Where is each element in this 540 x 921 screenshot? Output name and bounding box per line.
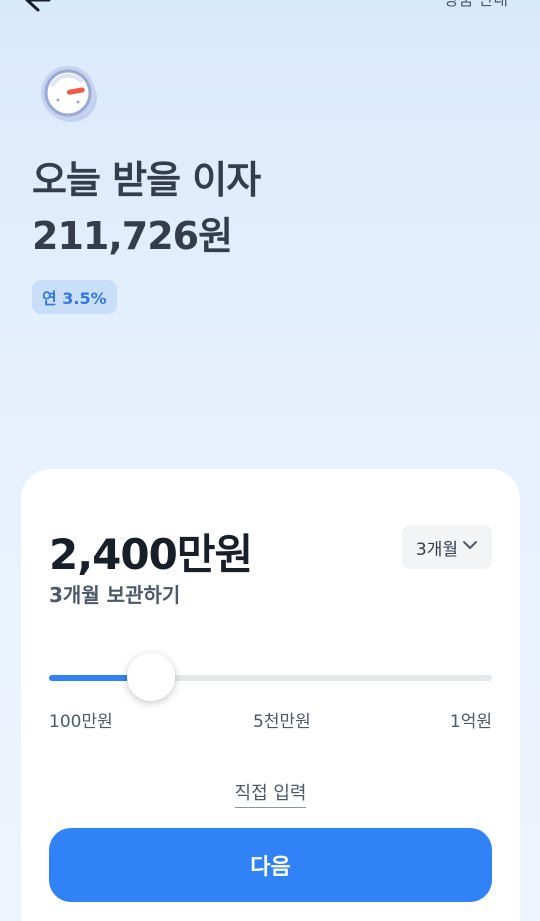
slider-mid-label: 5천만원	[253, 712, 311, 732]
slider-min-label: 100만원	[49, 712, 113, 732]
top-bar: 상품 안내	[0, 0, 540, 16]
interest-rate-badge: 연 3.5%	[32, 280, 117, 314]
deposit-card: 2,400만원 3개월 보관하기 3개월 100만원 5천만원 1억원 직접 입…	[21, 469, 520, 921]
deposit-amount: 2,400만원	[49, 530, 253, 579]
amount-slider-track[interactable]	[49, 675, 492, 681]
amount-slider-thumb[interactable]	[126, 653, 175, 701]
meter-gauge-icon	[38, 62, 100, 124]
product-guide-link[interactable]: 상품 안내	[444, 0, 508, 10]
next-button[interactable]: 다음	[49, 828, 492, 902]
direct-input-link[interactable]: 직접 입력	[234, 779, 307, 808]
period-selected-value: 3개월	[415, 539, 458, 560]
interest-amount: 211,726원	[32, 214, 233, 258]
back-arrow-icon[interactable]	[22, 0, 52, 14]
chevron-down-icon	[462, 537, 478, 558]
slider-max-label: 1억원	[449, 712, 492, 732]
headline-label: 오늘 받을 이자	[32, 158, 261, 202]
interest-headline: 오늘 받을 이자 211,726원	[32, 152, 261, 264]
period-dropdown[interactable]: 3개월	[401, 525, 492, 569]
deposit-subtitle: 3개월 보관하기	[49, 583, 181, 607]
